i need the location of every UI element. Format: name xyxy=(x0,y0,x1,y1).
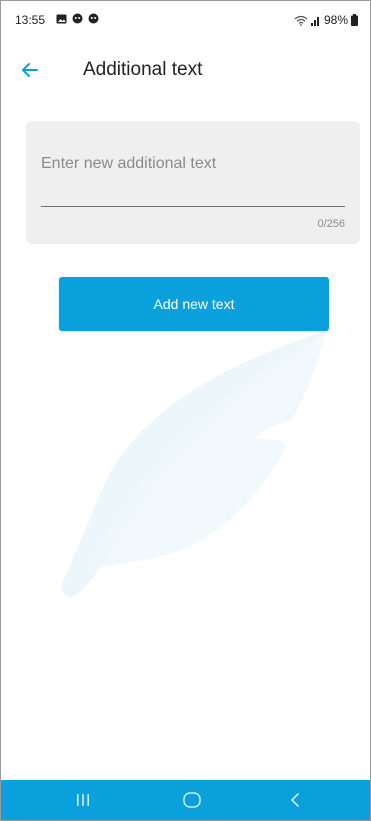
add-new-text-button[interactable]: Add new text xyxy=(59,277,329,331)
system-navigation-bar xyxy=(1,780,370,820)
additional-text-input[interactable] xyxy=(41,149,344,179)
add-new-text-label: Add new text xyxy=(153,296,235,312)
back-icon xyxy=(291,793,299,807)
recent-apps-button[interactable] xyxy=(53,780,113,820)
app-screen: 13:55 98% Additional text Enter new addi… xyxy=(0,0,371,821)
status-bar: 13:55 98% xyxy=(1,1,370,41)
arrow-left-icon xyxy=(22,63,38,77)
battery-percent: 98% xyxy=(323,13,348,27)
status-system-icons: 98% xyxy=(294,13,358,27)
notification-icon xyxy=(72,13,83,24)
app-bar: Additional text xyxy=(1,49,370,89)
wifi-icon xyxy=(294,15,308,26)
notification-icon xyxy=(88,13,99,24)
input-underline xyxy=(41,206,345,207)
signal-icon xyxy=(310,16,319,26)
battery-icon xyxy=(351,14,358,26)
nav-back-button[interactable] xyxy=(265,780,325,820)
home-button[interactable] xyxy=(162,780,222,820)
gallery-icon xyxy=(56,14,67,23)
back-button[interactable] xyxy=(15,55,45,85)
status-notification-icons xyxy=(56,13,99,24)
recent-apps-icon xyxy=(77,794,89,806)
page-title: Additional text xyxy=(83,59,203,80)
character-counter: 0/256 xyxy=(317,218,345,230)
feather-watermark-icon xyxy=(61,331,326,598)
status-time: 13:55 xyxy=(15,13,46,27)
text-input-card: 0/256 xyxy=(26,121,360,244)
home-icon xyxy=(183,792,201,808)
